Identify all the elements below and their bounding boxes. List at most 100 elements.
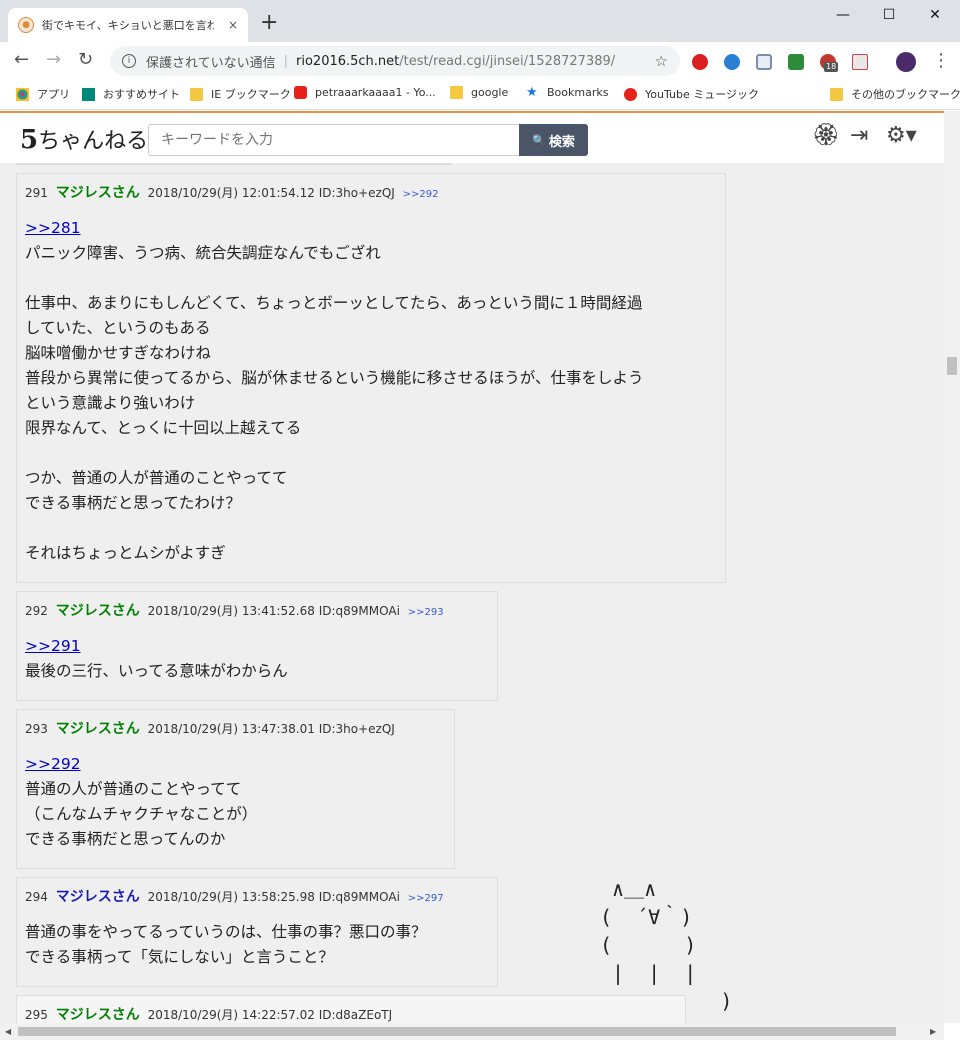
info-icon[interactable]: i	[122, 54, 136, 68]
new-tab-button[interactable]: +	[260, 12, 278, 34]
bookmark-youtube-channel[interactable]: petraaarkaaaa1 - Yo...	[294, 86, 436, 99]
bookmark-bookmarks[interactable]: ★ Bookmarks	[526, 86, 608, 99]
post-reply-link[interactable]: >>293	[408, 607, 444, 618]
post-id[interactable]: ID:3ho+ezQJ	[319, 186, 395, 200]
post-number[interactable]: 295	[25, 1008, 48, 1022]
minimize-button[interactable]: —	[820, 4, 866, 26]
extension-badge: 18	[824, 62, 839, 72]
ascii-art-cat: ∧＿∧ ( ´∀｀) ( ) | | | )	[600, 877, 733, 1013]
address-path: /test/read.cgi/jinsei/1528727389/	[399, 53, 616, 69]
search-button[interactable]: 🔍 検索	[519, 124, 588, 156]
post-id[interactable]: ID:3ho+ezQJ	[319, 722, 395, 736]
post-294: 294 マジレスさん 2018/10/29(月) 13:58:25.98 ID:…	[16, 877, 498, 987]
post-anchor-link[interactable]: >>281	[25, 216, 717, 241]
ribbon-badge-icon[interactable]: 🏵	[812, 123, 840, 148]
post-id[interactable]: ID:q89MMOAi	[319, 890, 400, 904]
bookmark-youtube-music[interactable]: YouTube ミュージック	[624, 86, 759, 102]
browser-toolbar: ← → ↻ i 保護されていない通信 | rio2016.5ch.net /te…	[0, 42, 960, 80]
post-number[interactable]: 294	[25, 890, 48, 904]
bookmark-label: petraaarkaaaa1 - Yo...	[315, 86, 436, 99]
previous-post-edge	[16, 163, 452, 165]
post-header: 293 マジレスさん 2018/10/29(月) 13:47:38.01 ID:…	[25, 718, 446, 738]
post-295: 295 マジレスさん 2018/10/29(月) 14:22:57.02 ID:…	[16, 995, 686, 1023]
tab-close-icon[interactable]: ×	[228, 18, 238, 32]
post-body: >>292 普通の人が普通のことやってて （こんなムチャクチャなことが） できる事…	[25, 752, 446, 852]
browser-tab[interactable]: ● 街でキモイ、キショいと悪口を言われる ×	[8, 8, 248, 42]
search-input[interactable]	[148, 124, 520, 156]
close-window-button[interactable]: ✕	[912, 4, 958, 26]
tab-strip: ● 街でキモイ、キショいと悪口を言われる × + — ☐ ✕	[0, 0, 960, 42]
scroll-right-arrow-icon[interactable]: ▶	[930, 1027, 936, 1036]
bookmark-other[interactable]: その他のブックマーク	[830, 86, 960, 102]
bookmark-label: おすすめサイト	[103, 88, 180, 101]
bookmark-apps[interactable]: アプリ	[16, 86, 70, 102]
post-datetime: 2018/10/29(月) 13:58:25.98	[147, 890, 315, 904]
post-293: 293 マジレスさん 2018/10/29(月) 13:47:38.01 ID:…	[16, 709, 455, 869]
bookmark-ie[interactable]: IE ブックマーク	[190, 86, 291, 102]
bookmark-label: IE ブックマーク	[211, 88, 291, 101]
reload-button[interactable]: ↻	[78, 50, 93, 70]
address-separator: |	[283, 53, 289, 69]
post-datetime: 2018/10/29(月) 12:01:54.12	[147, 186, 315, 200]
post-body: >>291 最後の三行、いってる意味がわからん	[25, 634, 489, 684]
bookmark-recommended[interactable]: おすすめサイト	[82, 86, 180, 102]
horizontal-scrollbar[interactable]: ◀ ▶	[0, 1023, 944, 1040]
extension-pdf-icon[interactable]	[852, 54, 868, 70]
post-header: 294 マジレスさん 2018/10/29(月) 13:58:25.98 ID:…	[25, 886, 489, 906]
bookmark-label: google	[471, 86, 509, 99]
extension-red-icon[interactable]	[692, 54, 708, 70]
vertical-scrollbar[interactable]	[944, 111, 960, 1023]
post-author: マジレスさん	[55, 1007, 140, 1023]
post-author[interactable]: マジレスさん	[56, 889, 140, 905]
vertical-scroll-thumb[interactable]	[947, 357, 957, 375]
forward-button[interactable]: →	[46, 50, 61, 70]
post-body: 普通の事をやってるっていうのは、仕事の事？悪口の事？ できる事柄って「気にしない…	[25, 920, 489, 970]
post-number[interactable]: 291	[25, 186, 48, 200]
extension-shield-icon[interactable]	[756, 54, 772, 70]
post-text: 普通の事をやってるっていうのは、仕事の事？悪口の事？ できる事柄って「気にしない…	[25, 923, 427, 966]
login-icon[interactable]: ⇥	[850, 123, 868, 148]
profile-avatar[interactable]	[896, 52, 916, 72]
post-id[interactable]: ID:d8aZEoTJ	[319, 1008, 392, 1022]
back-button[interactable]: ←	[14, 50, 29, 70]
maximize-button[interactable]: ☐	[866, 4, 912, 26]
post-author: マジレスさん	[55, 721, 140, 737]
post-anchor-link[interactable]: >>291	[25, 634, 489, 659]
horizontal-scroll-thumb[interactable]	[18, 1027, 896, 1036]
post-reply-link[interactable]: >>297	[408, 893, 444, 904]
bookmark-label: その他のブックマーク	[851, 88, 960, 101]
extension-blue-icon[interactable]	[724, 54, 740, 70]
post-header: 292 マジレスさん 2018/10/29(月) 13:41:52.68 ID:…	[25, 600, 489, 620]
post-number[interactable]: 293	[25, 722, 48, 736]
post-datetime: 2018/10/29(月) 13:41:52.68	[147, 604, 315, 618]
post-author: マジレスさん	[55, 185, 140, 201]
site-logo[interactable]: 5ちゃんねる	[20, 123, 148, 155]
post-reply-link[interactable]: >>292	[403, 189, 439, 200]
address-host: rio2016.5ch.net	[296, 53, 400, 69]
folder-icon	[190, 87, 203, 101]
bookmark-label: アプリ	[37, 88, 70, 101]
bookmark-google[interactable]: google	[450, 86, 508, 99]
post-number[interactable]: 292	[25, 604, 48, 618]
not-secure-label: 保護されていない通信	[146, 55, 276, 71]
post-id[interactable]: ID:q89MMOAi	[319, 604, 400, 618]
scroll-left-arrow-icon[interactable]: ◀	[5, 1027, 11, 1036]
folder-icon	[830, 87, 843, 101]
folder-icon	[450, 86, 463, 99]
extension-recycle-icon[interactable]	[788, 54, 804, 70]
bookmark-label: YouTube ミュージック	[645, 88, 760, 101]
post-datetime: 2018/10/29(月) 13:47:38.01	[147, 722, 315, 736]
post-datetime: 2018/10/29(月) 14:22:57.02	[147, 1008, 315, 1022]
address-bar[interactable]: i 保護されていない通信 | rio2016.5ch.net /test/rea…	[110, 46, 680, 76]
settings-gear-icon[interactable]: ⚙▾	[886, 123, 917, 148]
youtube-music-icon	[624, 87, 637, 101]
browser-menu-icon[interactable]: ⋮	[932, 51, 950, 71]
post-anchor-link[interactable]: >>292	[25, 752, 446, 777]
bookmark-star-icon[interactable]: ☆	[655, 52, 668, 70]
bookmarks-bar: アプリ おすすめサイト IE ブックマーク petraaarkaaaa1 - Y…	[0, 80, 960, 110]
post-text: 最後の三行、いってる意味がわからん	[25, 662, 288, 680]
search-icon: 🔍	[532, 133, 546, 147]
bookmark-label: Bookmarks	[547, 86, 609, 99]
thread-content: 291 マジレスさん 2018/10/29(月) 12:01:54.12 ID:…	[0, 163, 944, 1023]
youtube-icon	[294, 86, 307, 99]
